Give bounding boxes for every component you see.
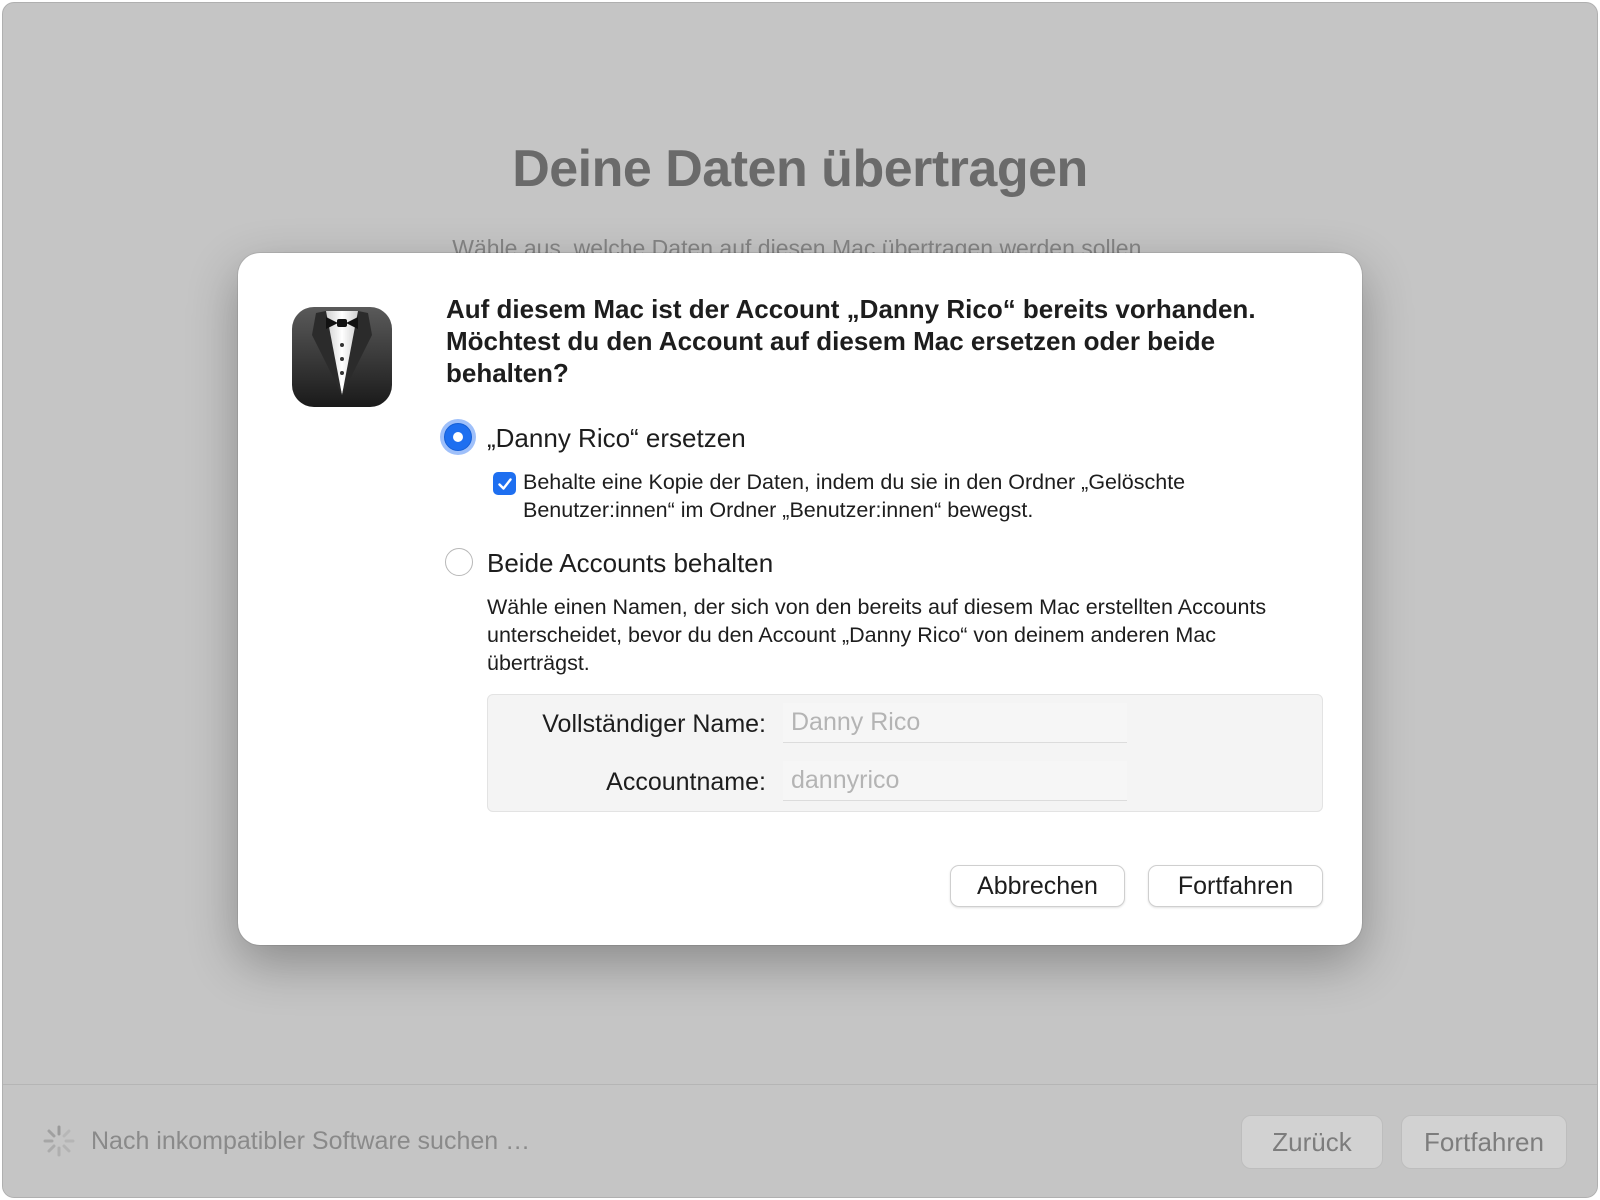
- tuxedo-butler-icon: [292, 307, 392, 407]
- keep-both-description: Wähle einen Namen, der sich von den bere…: [487, 595, 1267, 675]
- account-conflict-dialog: Auf diesem Mac ist der Account „Danny Ri…: [238, 253, 1362, 945]
- keep-both-radio[interactable]: [445, 548, 473, 576]
- dialog-headline: Auf diesem Mac ist der Account „Danny Ri…: [446, 294, 1256, 388]
- bottom-bar: Nach inkompatibler Software suchen … Zur…: [3, 1084, 1597, 1197]
- account-name-label: Accountname:: [606, 768, 766, 796]
- new-account-form: Vollständiger Name: Accountname:: [487, 694, 1323, 812]
- back-button[interactable]: Zurück: [1241, 1115, 1383, 1169]
- full-name-field[interactable]: [783, 703, 1127, 743]
- keep-copy-label[interactable]: Behalte eine Kopie der Daten, indem du s…: [523, 468, 1283, 524]
- cancel-button[interactable]: Abbrechen: [950, 865, 1125, 907]
- replace-account-label[interactable]: „Danny Rico“ ersetzen: [487, 423, 746, 454]
- keep-copy-checkbox[interactable]: [493, 472, 516, 495]
- replace-account-radio[interactable]: [444, 423, 472, 451]
- continue-button[interactable]: Fortfahren: [1148, 865, 1323, 907]
- spinner-icon: [43, 1125, 75, 1157]
- checkmark-icon: [497, 477, 512, 490]
- status-text: Nach inkompatibler Software suchen …: [91, 1127, 531, 1155]
- background-continue-button[interactable]: Fortfahren: [1401, 1115, 1567, 1169]
- page-title: Deine Daten übertragen: [512, 140, 1088, 198]
- account-name-field[interactable]: [783, 761, 1127, 801]
- full-name-label: Vollständiger Name:: [542, 710, 766, 738]
- keep-both-label[interactable]: Beide Accounts behalten: [487, 548, 773, 579]
